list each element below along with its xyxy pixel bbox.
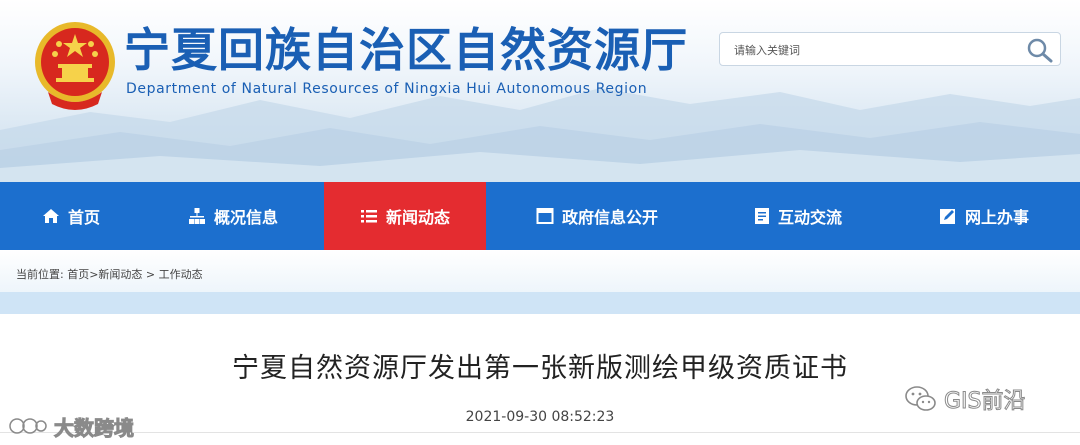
nav-item-overview[interactable]: 概况信息 (142, 182, 324, 250)
watermark-right-text: GIS前沿 (944, 389, 1027, 415)
national-emblem-icon (35, 22, 115, 110)
breadcrumb-path[interactable]: 首页>新闻动态 > 工作动态 (67, 268, 202, 281)
edit-icon (939, 209, 955, 224)
watermark-left-text: 大数跨境 (54, 415, 135, 440)
nav-item-gov-info[interactable]: 政府信息公开 (486, 182, 708, 250)
nav-item-interaction[interactable]: 互动交流 (708, 182, 888, 250)
site-title: 宁夏回族自治区自然资源厅 (124, 23, 688, 77)
breadcrumb-bar: 当前位置: 首页>新闻动态 > 工作动态 (0, 250, 1080, 292)
watermark-right: GIS前沿 (904, 382, 1026, 416)
wechat-icon (905, 386, 936, 411)
breadcrumb: 当前位置: 首页>新闻动态 > 工作动态 (16, 266, 203, 282)
nav-item-label: 政府信息公开 (561, 208, 658, 227)
home-icon (42, 209, 59, 223)
nav-item-news[interactable]: 新闻动态 (324, 182, 486, 250)
document-icon (754, 208, 769, 224)
nav-item-label: 首页 (67, 208, 100, 227)
content-divider (0, 432, 1080, 433)
list-icon (360, 210, 377, 223)
divider-band (0, 292, 1080, 314)
nav-item-label: 网上办事 (964, 208, 1029, 227)
nav-item-label: 互动交流 (777, 208, 842, 227)
site-header: 宁夏回族自治区自然资源厅 Department of Natural Resou… (0, 0, 1080, 182)
nav-item-label: 新闻动态 (385, 208, 450, 227)
window-icon (536, 208, 554, 224)
org-chart-icon (188, 208, 205, 224)
nav-item-online-services[interactable]: 网上办事 (888, 182, 1080, 250)
search-box (719, 32, 1061, 66)
breadcrumb-prefix: 当前位置: (16, 268, 64, 281)
article-title: 宁夏自然资源厅发出第一张新版测绘甲级资质证书 (232, 353, 848, 384)
watermark-left: 大数跨境 (8, 412, 135, 440)
main-nav: 首页 概况信息 新闻动态 政府信息公开 互动交流 网上办事 (0, 182, 1080, 250)
search-input[interactable] (732, 39, 1016, 61)
search-icon[interactable] (1026, 37, 1054, 63)
nav-item-home[interactable]: 首页 (0, 182, 142, 250)
watermark-logo-icon (9, 418, 47, 434)
nav-item-label: 概况信息 (213, 208, 278, 227)
site-subtitle: Department of Natural Resources of Ningx… (126, 81, 648, 97)
